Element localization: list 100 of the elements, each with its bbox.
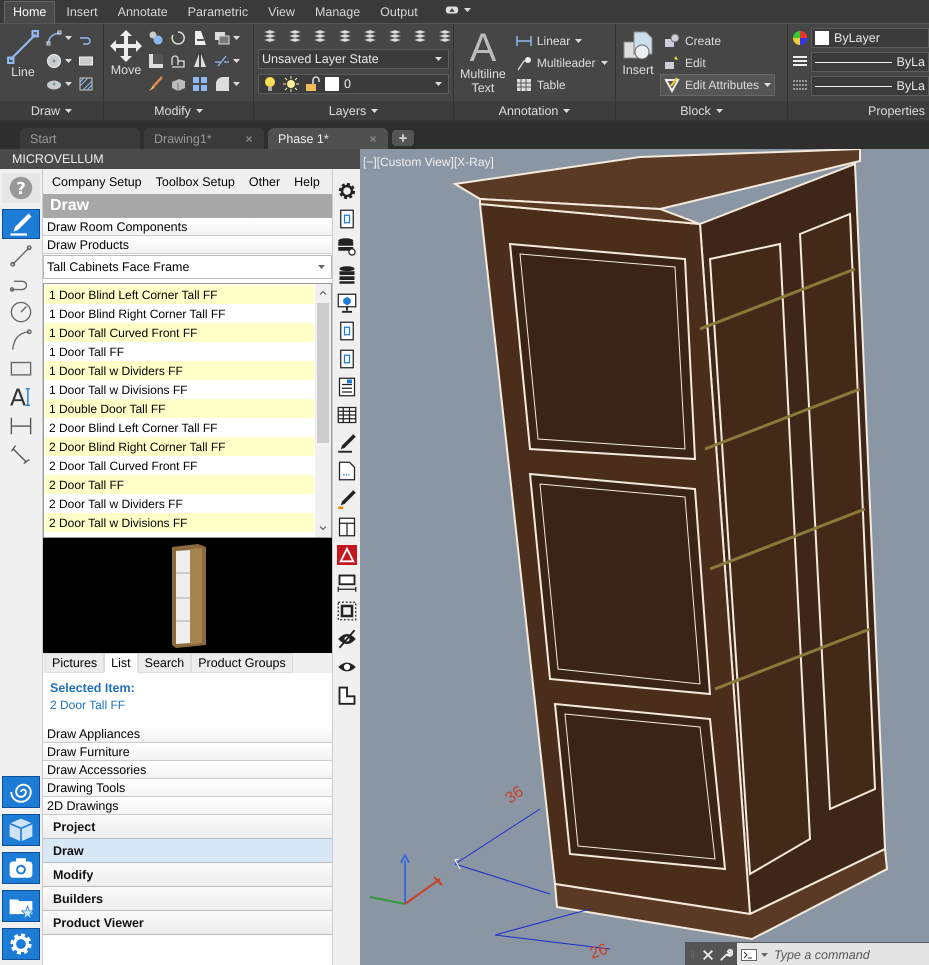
caret-icon[interactable] — [233, 36, 240, 40]
ribbon-tool-button[interactable]: Edit Attributes — [660, 74, 776, 96]
ribbon-tool-button[interactable]: Multileader — [512, 52, 612, 74]
color-wheel-icon[interactable] — [792, 30, 808, 46]
bulb-icon[interactable] — [262, 76, 278, 92]
line-icon[interactable] — [6, 30, 40, 64]
fillet-icon[interactable] — [214, 76, 230, 92]
panel-button[interactable] — [2, 776, 40, 808]
box-icon[interactable] — [170, 76, 186, 92]
ribbon-tab[interactable]: Home — [4, 1, 56, 23]
caret-icon[interactable] — [435, 82, 442, 86]
marker-icon[interactable] — [336, 433, 356, 453]
caret-icon[interactable] — [196, 108, 203, 112]
panel-button[interactable] — [2, 814, 40, 846]
product-group-dropdown[interactable]: Tall Cabinets Face Frame — [43, 255, 332, 279]
overlap-icon[interactable] — [214, 30, 230, 46]
prompt-icon[interactable] — [741, 946, 757, 962]
attribute-icon[interactable] — [664, 77, 680, 93]
brush-icon[interactable] — [148, 76, 164, 92]
move-button[interactable]: Move — [108, 28, 144, 101]
arc-icon[interactable] — [46, 30, 62, 46]
menu-item[interactable]: Help — [294, 174, 320, 188]
product-item[interactable]: 1 Door Tall Curved Front FF — [45, 323, 314, 342]
marker-icon[interactable] — [9, 212, 33, 236]
caret-icon[interactable] — [233, 82, 240, 86]
color-dropdown[interactable]: ByLayer — [811, 28, 929, 48]
ribbon-tool-button[interactable]: Linear — [512, 30, 612, 52]
product-item[interactable]: 2 Door Tall w Dividers FF — [45, 494, 314, 513]
corner-icon[interactable] — [336, 685, 356, 705]
panel-title[interactable]: Properties — [788, 101, 929, 120]
product-item[interactable]: 1 Door Blind Right Corner Tall FF — [45, 304, 314, 323]
file-tab[interactable]: Start — [20, 128, 140, 149]
wrench-icon[interactable] — [719, 948, 733, 962]
panel-title[interactable]: Modify — [104, 101, 253, 120]
layer-stack-icon[interactable] — [337, 28, 353, 44]
multiline-text-button[interactable]: A Multiline Text — [458, 28, 508, 101]
circle-icon[interactable] — [10, 301, 32, 323]
section-header[interactable]: Product Viewer — [43, 911, 332, 935]
hatch-icon[interactable] — [78, 76, 94, 92]
panel-title[interactable]: Draw — [0, 101, 103, 120]
new-tab-button[interactable] — [392, 130, 414, 146]
mode-button[interactable] — [2, 209, 40, 239]
section-header[interactable]: Modify — [43, 863, 332, 887]
product-item[interactable]: 1 Double Door Tall FF — [45, 399, 314, 418]
menu-item[interactable]: Toolbox Setup — [156, 174, 235, 188]
caret-icon[interactable] — [464, 8, 471, 12]
menu-item[interactable]: Company Setup — [52, 174, 142, 188]
mirror-icon[interactable] — [192, 53, 208, 69]
ribbon-tool-button[interactable]: Create — [660, 30, 776, 52]
scale-icon[interactable] — [148, 53, 164, 69]
marker-icon[interactable] — [336, 489, 356, 509]
ribbon-tab[interactable]: View — [259, 1, 304, 23]
section-header[interactable]: Project — [43, 815, 332, 839]
command-field[interactable]: Type a command — [737, 943, 929, 965]
dimension-icon[interactable] — [10, 415, 32, 437]
layer-stack-icon[interactable] — [262, 28, 278, 44]
lineweight-dropdown[interactable]: ByLa — [811, 52, 929, 72]
file-tab[interactable]: Phase 1* — [268, 128, 388, 149]
trim-icon[interactable] — [192, 30, 208, 46]
grid-icon[interactable] — [336, 405, 356, 425]
leader-icon[interactable] — [516, 55, 532, 71]
layer-stack-icon[interactable] — [362, 28, 378, 44]
caret-icon[interactable] — [65, 59, 72, 63]
dashed-line-icon[interactable] — [214, 53, 230, 69]
product-item[interactable]: 1 Door Tall w Dividers FF — [45, 361, 314, 380]
caret-icon[interactable] — [371, 108, 378, 112]
plus-icon[interactable] — [397, 132, 409, 144]
ribbon-tab[interactable]: Manage — [306, 1, 370, 23]
cube-icon[interactable] — [8, 817, 34, 843]
rotate-icon[interactable] — [170, 30, 186, 46]
settings-icon[interactable] — [336, 181, 356, 201]
caret-icon[interactable] — [600, 61, 608, 65]
product-item[interactable]: 2 Door Tall Curved Front FF — [45, 456, 314, 475]
close-icon[interactable] — [244, 134, 254, 144]
caret-icon[interactable] — [318, 265, 325, 269]
ribbon-tab[interactable]: Annotate — [108, 1, 177, 23]
linetype-dropdown[interactable]: ByLa — [811, 76, 929, 96]
caret-icon[interactable] — [233, 59, 240, 63]
product-item[interactable]: 2 Door Tall w Divisions FF — [45, 513, 314, 532]
caret-icon[interactable] — [761, 952, 768, 956]
monitor-icon[interactable] — [336, 293, 356, 313]
palette-tab[interactable]: List — [104, 653, 138, 673]
caret-icon[interactable] — [435, 57, 442, 61]
caret-icon[interactable] — [575, 39, 582, 43]
product-item[interactable]: 2 Door Blind Left Corner Tall FF — [45, 418, 314, 437]
product-item[interactable]: 1 Door Tall w Divisions FF — [45, 380, 314, 399]
section-header[interactable]: Builders — [43, 887, 332, 911]
layer-stack-icon[interactable] — [312, 28, 328, 44]
insert-block-icon[interactable] — [622, 30, 654, 62]
palette-tab[interactable]: Search — [138, 653, 192, 673]
panel-title[interactable]: Layers — [254, 101, 453, 120]
dimension-icon[interactable] — [336, 573, 356, 593]
selection-icon[interactable] — [336, 601, 356, 621]
copy-icon[interactable] — [148, 30, 164, 46]
panel-button[interactable] — [2, 890, 40, 922]
database-icon[interactable] — [336, 265, 356, 285]
layer-stack-icon[interactable] — [287, 28, 303, 44]
database-search-icon[interactable] — [336, 237, 356, 257]
cabinet-icon[interactable] — [336, 517, 356, 537]
ribbon-tool-button[interactable]: Edit — [660, 52, 776, 74]
